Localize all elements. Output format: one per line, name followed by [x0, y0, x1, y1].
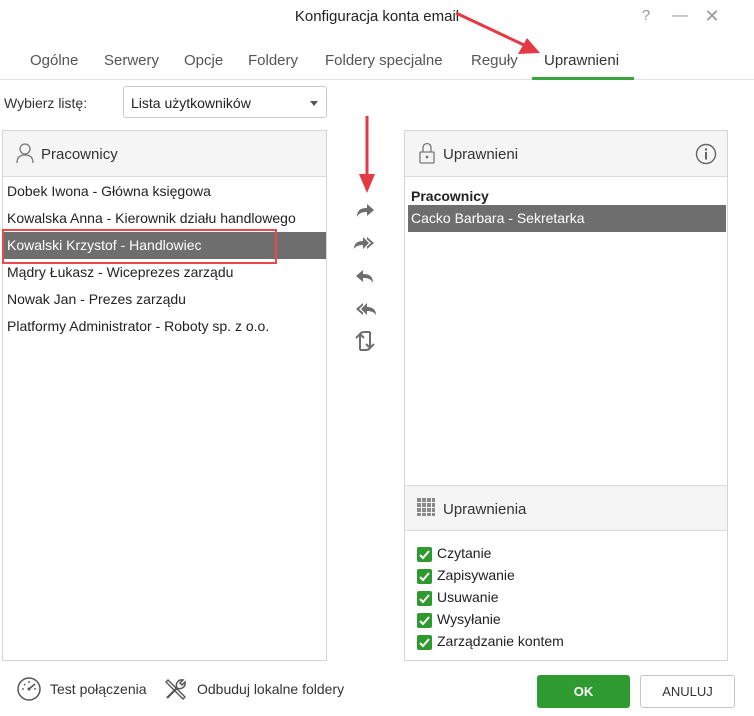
- tab-opcje[interactable]: Opcje: [184, 52, 223, 69]
- employees-panel-title: Pracownicy: [41, 146, 118, 163]
- permission-label: Zarządzanie kontem: [437, 633, 564, 649]
- permission-label: Usuwanie: [437, 589, 499, 605]
- checkbox-checked: [417, 569, 432, 584]
- list-item[interactable]: Platformy Administrator - Roboty sp. z o…: [3, 313, 326, 340]
- move-left-button[interactable]: [352, 264, 378, 288]
- employees-panel: Pracownicy Dobek Iwona - Główna księgowa…: [2, 130, 327, 661]
- ok-button[interactable]: OK: [537, 675, 630, 708]
- permissions-header: Uprawnienia: [405, 485, 727, 531]
- tab-bar: Ogólne Serwery Opcje Foldery Foldery spe…: [0, 44, 754, 80]
- swap-button[interactable]: [352, 329, 378, 353]
- arrow-right-icon: [357, 204, 374, 217]
- list-item[interactable]: Mądry Łukasz - Wiceprezes zarządu: [3, 259, 326, 286]
- user-icon: [16, 143, 34, 164]
- authorized-panel: Uprawnieni Pracownicy Cacko Barbara - Se…: [404, 130, 728, 661]
- employees-panel-header: Pracownicy: [3, 131, 326, 177]
- move-all-right-button[interactable]: [352, 231, 378, 255]
- checkmark-icon: [419, 594, 430, 604]
- test-connection-label: Test połączenia: [50, 681, 147, 697]
- tab-reguly[interactable]: Reguły: [471, 52, 518, 69]
- caret-down-icon: [310, 101, 318, 106]
- checkmark-icon: [419, 550, 430, 560]
- move-all-left-button[interactable]: [352, 297, 378, 321]
- list-item[interactable]: Kowalska Anna - Kierownik działu handlow…: [3, 205, 326, 232]
- list-select-value: Lista użytkowników: [131, 95, 251, 111]
- tab-serwery[interactable]: Serwery: [104, 52, 159, 69]
- arrow-left-icon: [356, 270, 373, 283]
- checkbox-checked: [417, 547, 432, 562]
- permission-label: Zapisywanie: [437, 567, 515, 583]
- checkbox-checked: [417, 591, 432, 606]
- list-item[interactable]: Dobek Iwona - Główna księgowa: [3, 178, 326, 205]
- permissions-title: Uprawnienia: [443, 501, 527, 518]
- minimize-button[interactable]: —: [668, 4, 692, 28]
- permission-label: Czytanie: [437, 545, 492, 561]
- permission-label: Wysyłanie: [437, 611, 501, 627]
- authorized-panel-title: Uprawnieni: [443, 146, 519, 163]
- speedometer-icon: [17, 677, 41, 701]
- checkbox-checked: [417, 613, 432, 628]
- annotation-arrow-icon: [359, 116, 375, 193]
- tools-icon: [165, 679, 186, 700]
- close-button[interactable]: ✕: [700, 4, 724, 28]
- authorized-group-label: Pracownicy: [411, 188, 489, 204]
- list-select[interactable]: Lista użytkowników: [123, 86, 327, 118]
- checkmark-icon: [419, 638, 430, 648]
- authorized-list-item[interactable]: Cacko Barbara - Sekretarka: [408, 205, 726, 232]
- info-icon[interactable]: [695, 143, 717, 165]
- tab-ogolne[interactable]: Ogólne: [30, 52, 78, 69]
- tab-uprawnieni[interactable]: Uprawnieni: [544, 52, 619, 69]
- tab-foldery[interactable]: Foldery: [248, 52, 298, 69]
- checkmark-icon: [419, 616, 430, 626]
- title-bar: Konfiguracja konta email ? — ✕: [0, 0, 754, 32]
- list-item[interactable]: Nowak Jan - Prezes zarządu: [3, 286, 326, 313]
- move-right-button[interactable]: [352, 198, 378, 222]
- list-select-label: Wybierz listę:: [4, 95, 88, 111]
- swap-icon: [355, 331, 375, 351]
- rebuild-folders-label: Odbuduj lokalne foldery: [197, 681, 345, 697]
- active-tab-indicator: [532, 77, 634, 80]
- tab-foldery-specjalne[interactable]: Foldery specjalne: [325, 52, 443, 69]
- list-item-selected[interactable]: Kowalski Krzystof - Handlowiec: [3, 232, 326, 259]
- checkmark-icon: [419, 572, 430, 582]
- checkbox-checked: [417, 635, 432, 650]
- lock-icon: [419, 142, 435, 164]
- cancel-button[interactable]: ANULUJ: [640, 675, 735, 708]
- double-arrow-right-icon: [354, 237, 374, 249]
- double-arrow-left-icon: [356, 303, 376, 315]
- authorized-panel-header: Uprawnieni: [405, 131, 727, 177]
- grid-icon: [417, 498, 435, 516]
- help-button[interactable]: ?: [634, 4, 658, 28]
